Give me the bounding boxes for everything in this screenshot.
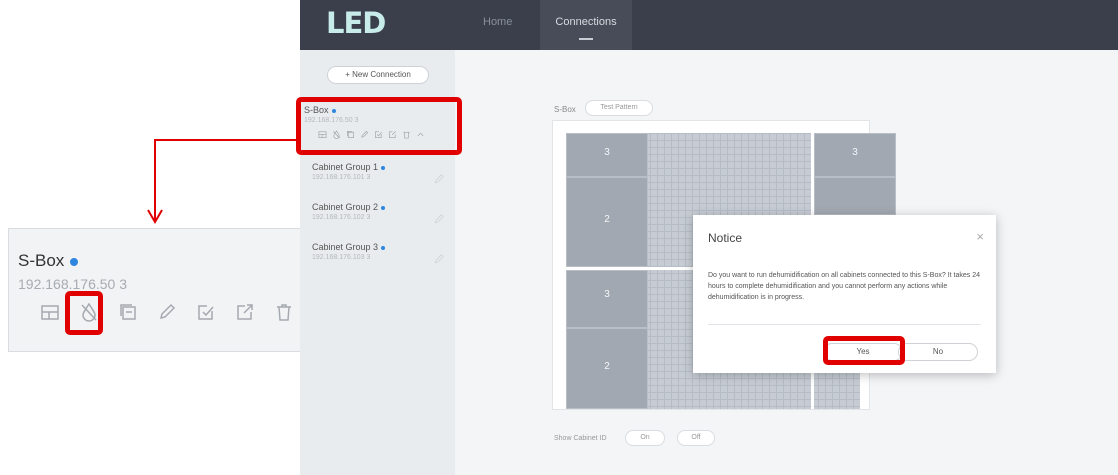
dialog-title: Notice bbox=[708, 231, 743, 245]
connector-line-h bbox=[154, 139, 302, 141]
status-dot bbox=[70, 257, 79, 266]
highlight-yes-button bbox=[823, 336, 905, 365]
arrow-down-icon bbox=[147, 209, 163, 224]
highlight-dehumidify-icon bbox=[65, 291, 103, 335]
highlight-sbox-item bbox=[296, 97, 462, 155]
delete-icon[interactable] bbox=[273, 301, 295, 323]
copy-icon[interactable] bbox=[117, 301, 139, 323]
cabinet-id-off-button[interactable]: Off bbox=[677, 430, 715, 446]
new-connection-button[interactable]: + New Connection bbox=[327, 66, 429, 84]
cabinet-tile[interactable]: 3 bbox=[814, 133, 896, 177]
sidebar-item-cabinet-group-3[interactable]: Cabinet Group 3 192.168.176.103 3 bbox=[300, 242, 455, 264]
edit-icon[interactable] bbox=[433, 172, 445, 184]
test-pattern-button[interactable]: Test Pattern bbox=[585, 100, 653, 116]
no-button[interactable]: No bbox=[898, 343, 978, 361]
cabinet-tile[interactable]: 3 bbox=[566, 133, 648, 177]
show-cabinet-id-label: Show Cabinet ID bbox=[554, 435, 607, 442]
nav-connections[interactable]: Connections bbox=[540, 0, 632, 50]
cabinet-id-on-button[interactable]: On bbox=[625, 430, 665, 446]
main-content: S-Box Test Pattern 3 2 3 2 3 Show Cabine… bbox=[455, 50, 1118, 475]
app-window: LED Home Connections + New Connection S-… bbox=[300, 0, 1118, 475]
cabinet-tile[interactable]: 3 bbox=[566, 270, 648, 328]
export-icon[interactable] bbox=[234, 301, 256, 323]
edit-icon[interactable] bbox=[433, 252, 445, 264]
sidebar-item-cabinet-group-1[interactable]: Cabinet Group 1 192.168.176.101 3 bbox=[300, 162, 455, 184]
cabinet-tile[interactable]: 2 bbox=[566, 177, 648, 267]
cabinet-tile[interactable]: 2 bbox=[566, 328, 648, 409]
cabinet-tile[interactable] bbox=[814, 177, 896, 215]
top-bar: LED Home Connections bbox=[300, 0, 1118, 50]
edit-icon[interactable] bbox=[156, 301, 178, 323]
close-icon[interactable]: × bbox=[976, 229, 984, 244]
zoom-device-ip: 192.168.176.50 3 bbox=[18, 276, 128, 292]
sbox-label: S-Box bbox=[554, 105, 576, 114]
zoom-device-name: S-Box bbox=[18, 251, 79, 271]
edit-icon[interactable] bbox=[433, 212, 445, 224]
layout-icon[interactable] bbox=[39, 301, 61, 323]
nav-home[interactable]: Home bbox=[483, 16, 512, 28]
sidebar-item-cabinet-group-2[interactable]: Cabinet Group 2 192.168.176.102 3 bbox=[300, 202, 455, 224]
divider bbox=[708, 324, 981, 325]
zoom-inset: S-Box 192.168.176.50 3 bbox=[8, 228, 330, 352]
check-edit-icon[interactable] bbox=[195, 301, 217, 323]
led-logo: LED bbox=[326, 6, 386, 40]
dialog-message: Do you want to run dehumidification on a… bbox=[708, 272, 980, 301]
